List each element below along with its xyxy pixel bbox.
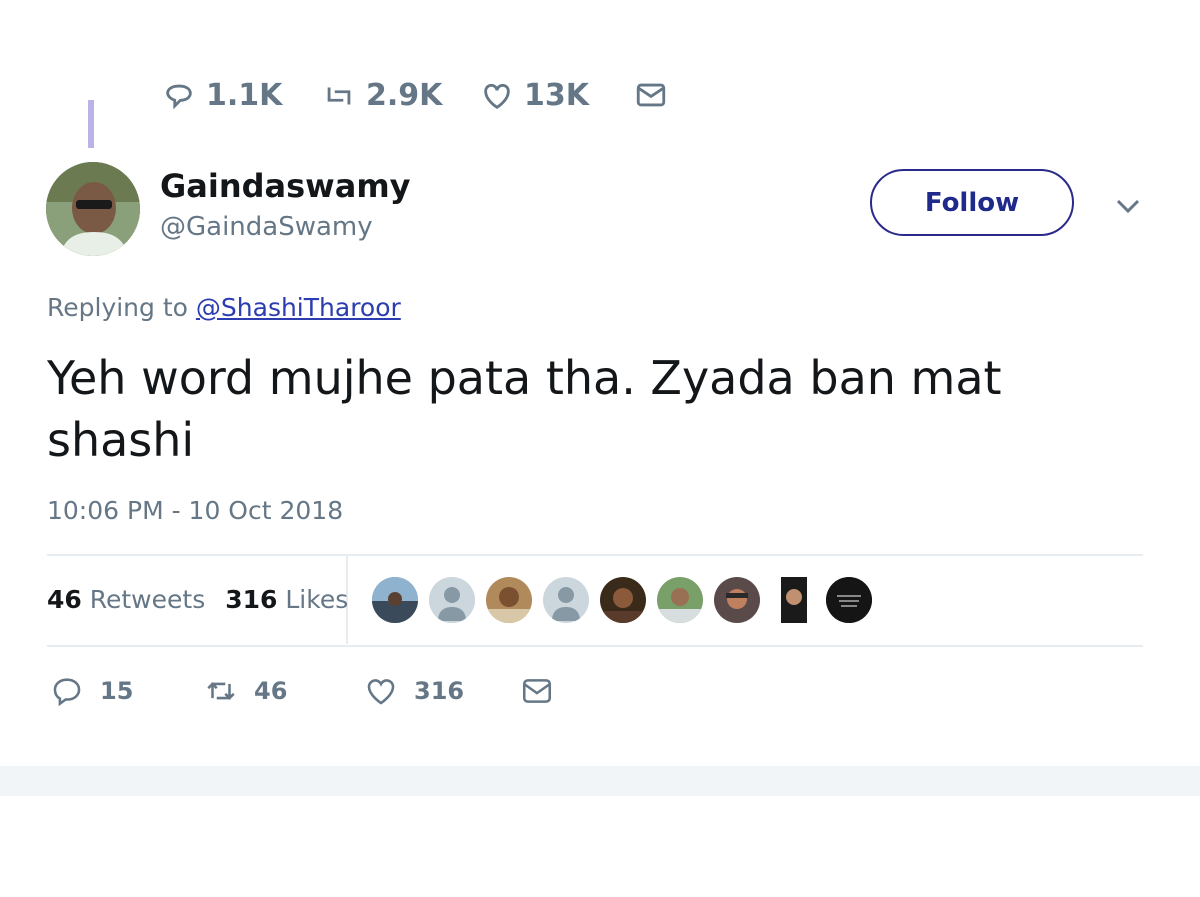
direct-message-action[interactable] [520, 674, 554, 708]
liker-avatar[interactable] [771, 577, 817, 623]
user-handle[interactable]: @GaindaSwamy [160, 212, 373, 242]
prev-message-action[interactable] [634, 78, 668, 112]
liker-avatar-image [486, 577, 532, 623]
timeline-separator [0, 766, 1200, 796]
default-avatar-icon [543, 577, 589, 623]
likes-count: 316 [225, 585, 278, 614]
previous-tweet-actions: 1.1K 2.9K 13K [0, 0, 1200, 118]
message-icon [636, 83, 666, 107]
liker-avatar-image [714, 577, 760, 623]
likes-label: Likes [285, 585, 349, 614]
reply-icon [166, 84, 192, 109]
retweet-icon [327, 87, 351, 104]
liker-avatar-image [372, 577, 418, 623]
liker-avatar-image [826, 577, 872, 623]
replying-to: Replying to @ShashiTharoor [47, 293, 401, 322]
liker-avatar[interactable] [429, 577, 475, 623]
liker-avatar[interactable] [657, 577, 703, 623]
more-options-button[interactable] [1112, 192, 1144, 220]
reply-action[interactable]: 15 [50, 674, 133, 708]
liker-avatar-image [781, 577, 807, 623]
replying-to-link[interactable]: @ShashiTharoor [196, 293, 401, 322]
heart-icon [367, 679, 395, 705]
message-icon [522, 679, 552, 703]
like-count: 316 [414, 677, 465, 705]
follow-button[interactable]: Follow [870, 169, 1074, 236]
prev-reply-count: 1.1K [206, 78, 283, 113]
tweet-text: Yeh word mujhe pata tha. Zyada ban mat s… [47, 351, 1002, 467]
liker-avatar-image [600, 577, 646, 623]
retweets-label: Retweets [89, 585, 206, 614]
tweet-stats: 46 Retweets 316 Likes [47, 585, 348, 614]
prev-retweet-count: 2.9K [366, 78, 443, 113]
chevron-down-icon [1116, 199, 1140, 214]
liker-avatar[interactable] [600, 577, 646, 623]
liker-avatar[interactable] [714, 577, 760, 623]
heart-icon [484, 83, 510, 109]
prev-like-count: 13K [524, 78, 589, 113]
tweet-timestamp[interactable]: 10:06 PM - 10 Oct 2018 [47, 496, 343, 525]
reply-icon [53, 678, 81, 707]
liker-avatar[interactable] [543, 577, 589, 623]
replying-prefix: Replying to [47, 293, 188, 322]
prev-like-action[interactable]: 13K [480, 78, 589, 113]
divider-bottom [47, 645, 1143, 647]
reply-count: 15 [100, 677, 134, 705]
liker-avatar[interactable] [372, 577, 418, 623]
retweets-count: 46 [47, 585, 82, 614]
prev-retweet-action[interactable]: 2.9K [322, 78, 442, 113]
like-action[interactable]: 316 [364, 674, 464, 708]
prev-reply-action[interactable]: 1.1K [162, 78, 282, 113]
liker-avatar[interactable] [826, 577, 872, 623]
liker-avatar-image [657, 577, 703, 623]
default-avatar-icon [429, 577, 475, 623]
retweet-action[interactable]: 46 [204, 674, 287, 708]
retweet-icon [207, 682, 235, 700]
divider-top [47, 554, 1143, 556]
likes-stat[interactable]: 316 Likes [225, 585, 348, 614]
retweet-count: 46 [254, 677, 288, 705]
display-name[interactable]: Gaindaswamy [160, 167, 411, 205]
avatar[interactable] [46, 162, 140, 256]
thread-line [88, 100, 94, 148]
retweets-stat[interactable]: 46 Retweets [47, 585, 205, 614]
liker-avatar[interactable] [486, 577, 532, 623]
avatar-image [46, 162, 140, 256]
